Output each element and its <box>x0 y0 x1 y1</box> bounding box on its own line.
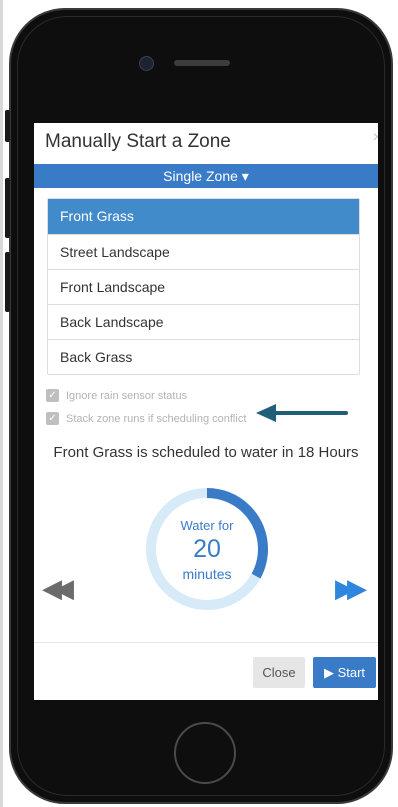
zone-item-back-grass[interactable]: Back Grass <box>48 339 359 374</box>
volume-down-button <box>5 252 10 312</box>
home-button[interactable] <box>174 722 236 784</box>
duration-prefix: Water for <box>180 518 234 533</box>
start-button[interactable]: ▶ Start <box>313 657 376 688</box>
duration-unit: minutes <box>182 566 232 582</box>
zone-item-back-landscape[interactable]: Back Landscape <box>48 304 359 339</box>
zone-list: Front Grass Street Landscape Front Lands… <box>47 198 360 375</box>
zone-mode-label: Single Zone <box>163 168 238 184</box>
chevron-down-icon: ▾ <box>241 168 249 184</box>
mute-switch <box>5 110 10 142</box>
camera-icon <box>139 56 154 71</box>
rewind-icon[interactable]: ◀◀ <box>42 575 74 601</box>
stack-runs-option[interactable]: ✓ Stack zone runs if scheduling conflict <box>46 412 246 425</box>
duration-value: 20 <box>193 535 221 563</box>
volume-up-button <box>5 178 10 238</box>
start-label: Start <box>337 665 366 680</box>
phone-screen: Manually Start a Zone × Single Zone ▾ Fr… <box>34 123 378 700</box>
modal-title: Manually Start a Zone <box>45 131 231 152</box>
zone-item-front-landscape[interactable]: Front Landscape <box>48 269 359 304</box>
close-icon[interactable]: × <box>373 129 378 147</box>
play-icon: ▶ <box>323 665 334 680</box>
page-left-rule <box>0 0 3 807</box>
check-icon[interactable]: ✓ <box>46 412 59 425</box>
stack-runs-label: Stack zone runs if scheduling conflict <box>66 412 247 425</box>
close-button[interactable]: Close <box>253 657 305 688</box>
zone-item-front-grass[interactable]: Front Grass <box>48 199 359 234</box>
zone-mode-dropdown[interactable]: Single Zone ▾ <box>34 164 378 188</box>
check-icon[interactable]: ✓ <box>46 389 59 402</box>
speaker-grille <box>174 60 230 66</box>
modal-footer: Close ▶ Start <box>34 642 378 700</box>
ignore-rain-label: Ignore rain sensor status <box>66 389 188 402</box>
zone-item-street-landscape[interactable]: Street Landscape <box>48 234 359 269</box>
schedule-status-text: Front Grass is scheduled to water in 18 … <box>53 444 359 461</box>
ignore-rain-option[interactable]: ✓ Ignore rain sensor status <box>46 389 187 402</box>
arrow-annotation-icon <box>256 404 348 422</box>
duration-dial[interactable]: Water for 20 minutes <box>143 485 271 613</box>
fast-forward-icon[interactable]: ▶▶ <box>335 575 367 601</box>
